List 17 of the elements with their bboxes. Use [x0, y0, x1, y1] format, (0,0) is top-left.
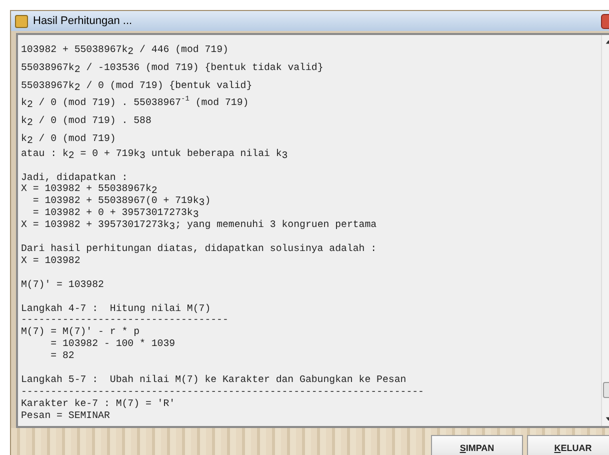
output-line: X = 103982 — [21, 254, 82, 267]
dialog-button[interactable]: SIMPAN — [431, 435, 523, 455]
dialog-button[interactable]: KELUAR — [527, 435, 609, 455]
output-line: Jadi, didapatkan : — [21, 172, 129, 184]
output-line: -------------------------------------------------------------------- — [21, 386, 425, 398]
output-line: Karakter ke-7 : M(7) = 'R' — [21, 398, 176, 410]
window-title: Hasil Perhitungan ... — [33, 15, 134, 27]
app-icon — [15, 14, 28, 28]
output-line: = 82 — [50, 350, 76, 362]
output-line: = 103982 - 100 * 1039 — [50, 338, 176, 350]
output-line: ----------------------------------- — [21, 314, 230, 326]
output-line: Pesan = SEMINAR — [21, 410, 111, 422]
output-line: Langkah 4-7 : Hitung nilai M(7) — [21, 302, 212, 314]
output-line: M(7) = M(7)' - r * p — [21, 326, 140, 338]
output-line: Dari hasil perhitungan diatas, didapatkan solusinya adalah : — [21, 243, 378, 255]
output-line: M(7)' = 103982 — [21, 278, 105, 291]
output-line: Langkah 5-7 : Ubah nilai M(7) ke Karakter dan Gabungkan ke Pesan — [21, 374, 408, 386]
